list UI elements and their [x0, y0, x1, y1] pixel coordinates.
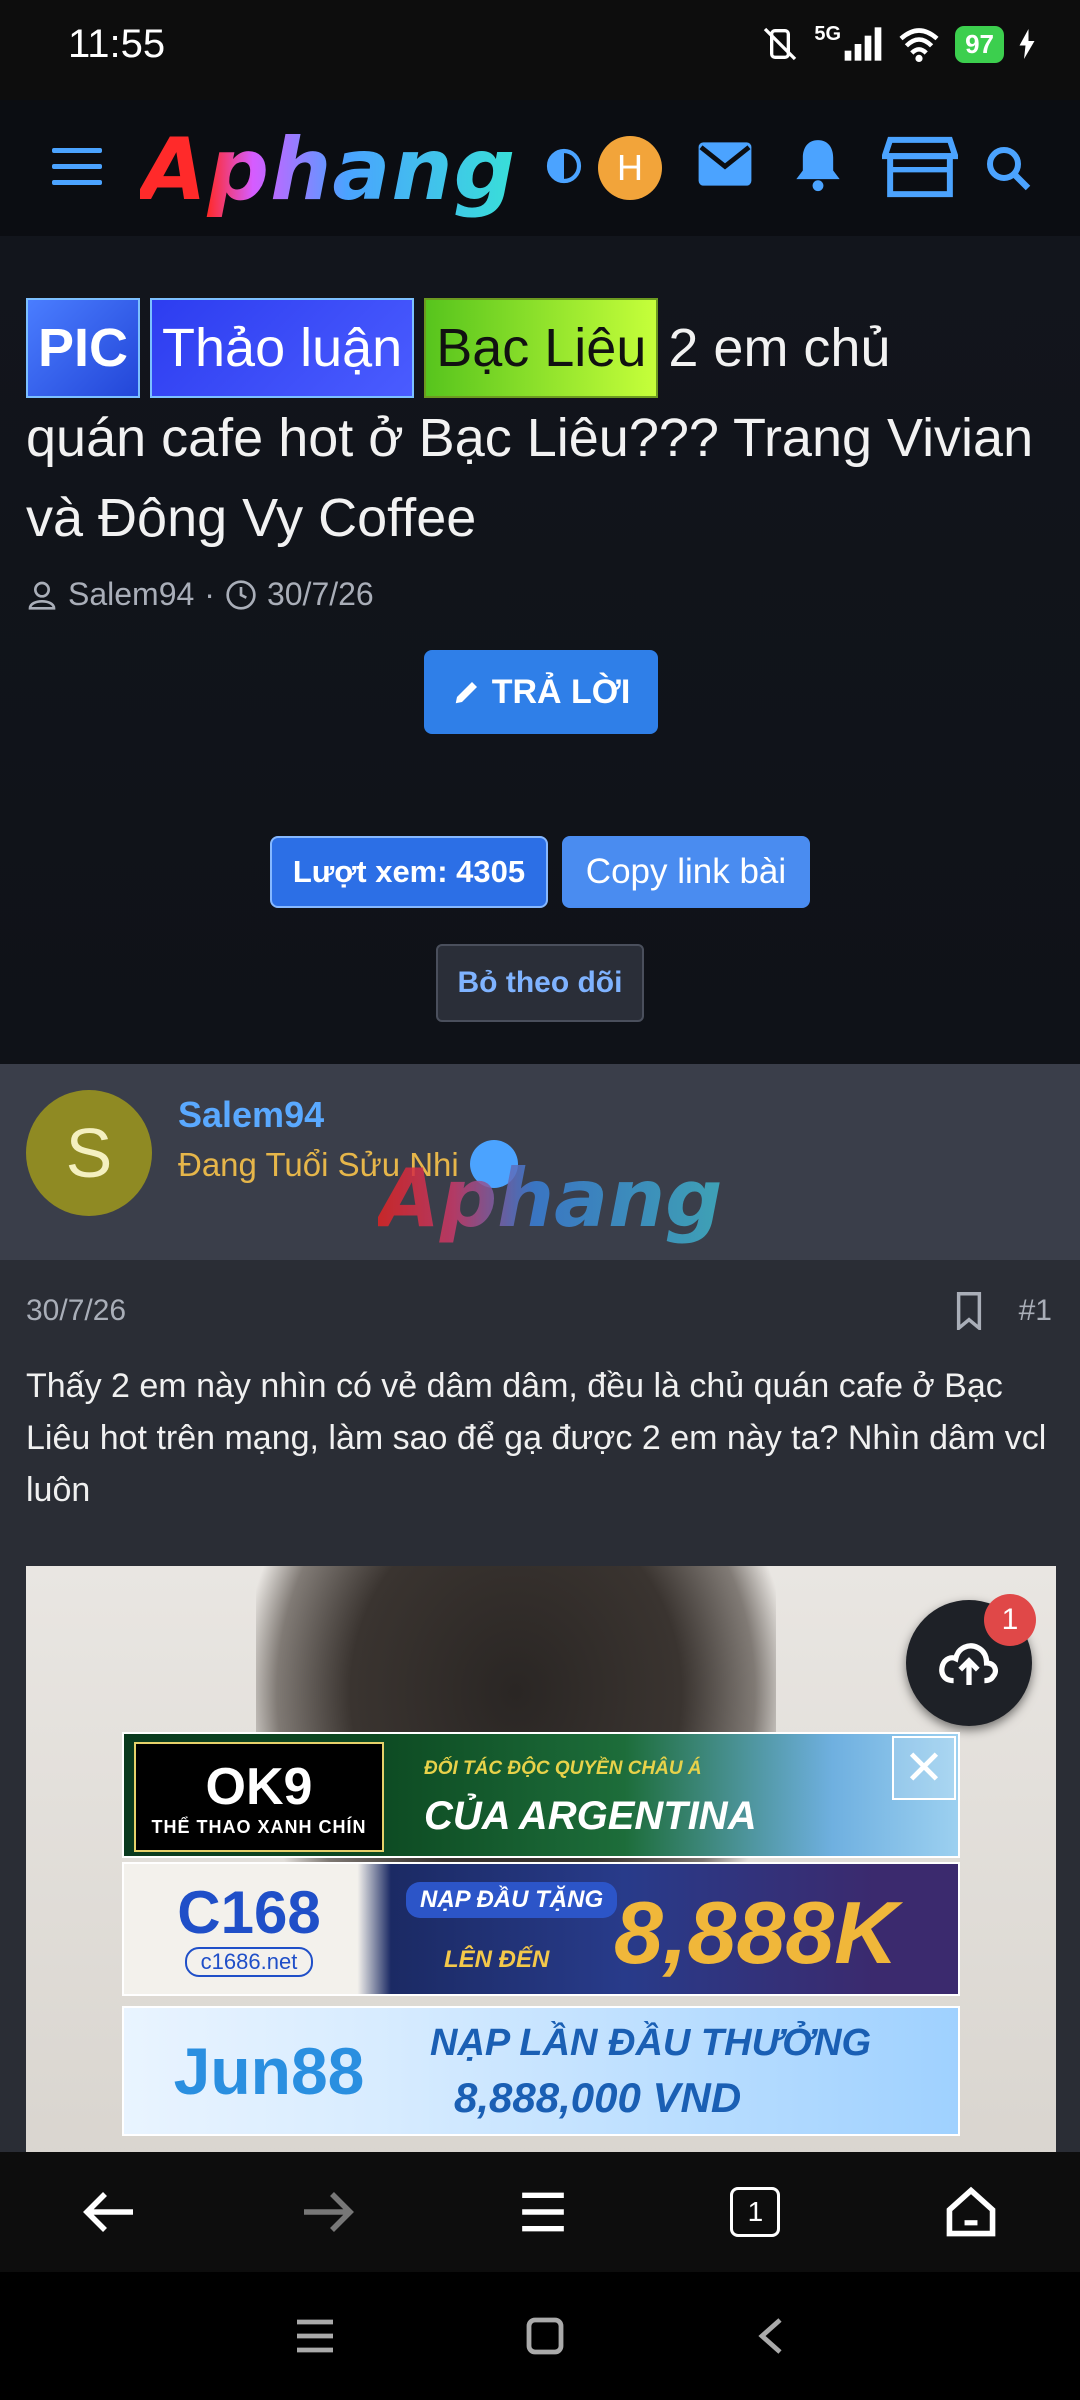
author-avatar[interactable]: S — [26, 1090, 152, 1216]
post-number[interactable]: #1 — [1019, 1294, 1052, 1328]
vibrate-off-icon — [764, 27, 797, 61]
post-author-bar: S Salem94 Đang Tuổi Sửu Nhi Aphang — [0, 1064, 1080, 1262]
home-nav-icon[interactable] — [525, 2316, 565, 2356]
home-icon[interactable] — [943, 2186, 999, 2238]
clock-icon — [226, 579, 256, 610]
user-avatar[interactable]: H — [598, 136, 662, 200]
c168-logo: C168 c1686.net — [134, 1872, 364, 1982]
ad2-amount: 8,888K — [614, 1883, 898, 1982]
tabs-count: 1 — [747, 2196, 764, 2227]
ok9-logo: OK9 THỂ THAO XANH CHÍN — [134, 1742, 384, 1852]
tag-pic[interactable]: PIC — [26, 298, 141, 398]
ad3-line2: 8,888,000 VND — [454, 2074, 742, 2121]
search-icon[interactable] — [984, 144, 1032, 192]
network-label: 5G — [814, 22, 842, 45]
cloud-upload-icon — [939, 1643, 999, 1685]
post-date[interactable]: 30/7/26 — [26, 1294, 126, 1328]
upload-fab[interactable]: 1 — [906, 1594, 1036, 1726]
reply-button[interactable]: TRẢ LỜI — [424, 650, 658, 734]
theme-toggle-icon[interactable] — [544, 146, 584, 186]
status-time: 11:55 — [68, 22, 166, 66]
ad2-line1: NẠP ĐẦU TẶNG — [406, 1882, 618, 1918]
ad-close-button[interactable]: ✕ — [892, 1736, 956, 1800]
recents-icon[interactable] — [295, 2318, 335, 2354]
ad-banner-jun88[interactable]: Jun88 NẠP LẦN ĐẦU THƯỞNG 8,888,000 VND — [122, 2006, 960, 2136]
wifi-icon — [899, 28, 939, 62]
post-body: Thấy 2 em này nhìn có vẻ dâm dâm, đều là… — [26, 1367, 1047, 1509]
thread-title-head: 2 em chủ — [668, 318, 891, 378]
pencil-icon — [455, 682, 477, 704]
views-button[interactable]: Lượt xem: 4305 — [270, 836, 548, 908]
store-icon[interactable] — [882, 134, 958, 200]
charging-icon — [1019, 29, 1035, 59]
thread-title-rest: quán cafe hot ở Bạc Liêu??? Trang Vivian… — [26, 408, 1034, 548]
unfollow-button[interactable]: Bỏ theo dõi — [436, 944, 644, 1022]
menu-icon[interactable] — [52, 148, 102, 188]
thread-date[interactable]: 30/7/26 — [267, 576, 374, 613]
user-icon — [28, 581, 56, 610]
author-name[interactable]: Salem94 — [178, 1094, 324, 1136]
thread-meta: Salem94 · 30/7/26 — [26, 576, 374, 613]
ad-banner-c168[interactable]: C168 c1686.net NẠP ĐẦU TẶNG LÊN ĐẾN 8,88… — [122, 1862, 960, 1996]
thread-title: PIC Thảo luận Bạc Liêu 2 em chủ quán cafe h… — [26, 298, 1046, 558]
notification-badge: 1 — [984, 1594, 1036, 1646]
copy-link-button[interactable]: Copy link bài — [562, 836, 810, 908]
battery-level: 97 — [955, 25, 1004, 63]
mail-icon[interactable] — [696, 140, 754, 188]
ad3-line1: NẠP LẦN ĐẦU THƯỞNG — [430, 2022, 872, 2064]
tag-thao-luan[interactable]: Thảo luận — [150, 298, 415, 398]
forward-arrow-icon[interactable] — [300, 2188, 356, 2236]
watermark-logo: Aphang — [378, 1152, 723, 1245]
bell-icon[interactable] — [792, 134, 844, 194]
ad-banner-ok9[interactable]: OK9 THỂ THAO XANH CHÍN ĐỐI TÁC ĐỘC QUYỀN … — [122, 1732, 960, 1858]
site-header: Aphang H — [0, 100, 1080, 236]
system-nav-bar — [0, 2272, 1080, 2400]
jun88-logo: Jun88 — [173, 2034, 365, 2108]
tag-bac-lieu[interactable]: Bạc Liêu — [424, 298, 659, 398]
thread-header: PIC Thảo luận Bạc Liêu 2 em chủ quán cafe h… — [0, 236, 1080, 1064]
browser-toolbar: 1 — [0, 2152, 1080, 2272]
tabs-button[interactable]: 1 — [730, 2187, 781, 2237]
reply-label: TRẢ LỜI — [491, 672, 631, 711]
ad2-line2: LÊN ĐẾN — [444, 1946, 550, 1973]
thread-author[interactable]: Salem94 — [68, 576, 194, 613]
menu-lines-icon[interactable] — [518, 2190, 568, 2234]
site-logo[interactable]: Aphang — [140, 120, 516, 220]
back-arrow-icon[interactable] — [81, 2188, 137, 2236]
ad1-line2: CỦA ARGENTINA — [424, 1794, 757, 1838]
back-nav-icon[interactable] — [755, 2316, 785, 2356]
bookmark-icon[interactable] — [954, 1292, 984, 1330]
signal-icon — [844, 27, 882, 61]
ad1-line1: ĐỐI TÁC ĐỘC QUYỀN CHÂU Á — [424, 1758, 702, 1779]
status-bar: 11:55 5G 97 — [0, 0, 1080, 100]
status-icons: 5G 97 — [760, 22, 1036, 64]
